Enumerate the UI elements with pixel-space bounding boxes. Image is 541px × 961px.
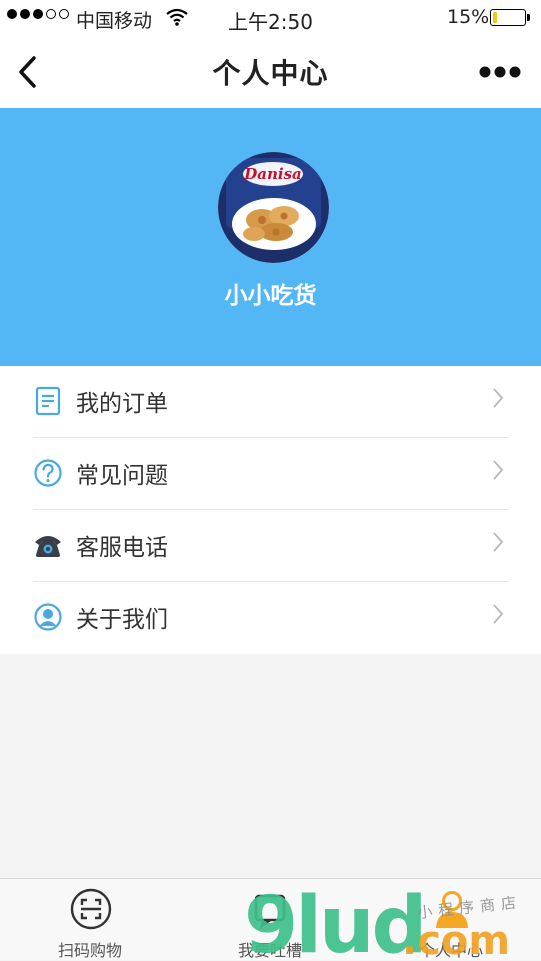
tab-bar: 扫码购物 我要吐槽 个人中心 [0,878,541,960]
battery-percentage: 15% [447,6,490,28]
question-icon [34,459,62,487]
profile-header: Danisa 小小吃货 [0,108,541,366]
menu-item-label: 常见问题 [76,463,168,489]
menu-item-faq[interactable]: 常见问题 [0,438,541,510]
menu-item-label: 我的订单 [76,391,168,417]
chevron-right-icon [493,604,504,624]
tab-scan-shopping[interactable]: 扫码购物 [0,879,180,961]
user-circle-icon [34,603,62,631]
feedback-icon [254,894,286,930]
page-title: 个人中心 [212,57,329,90]
menu-item-customer-service[interactable]: 客服电话 [0,510,541,582]
menu-item-orders[interactable]: 我的订单 [0,366,541,438]
chevron-right-icon [493,532,504,552]
menu-item-about-us[interactable]: 关于我们 [0,582,541,654]
more-dots-icon[interactable] [478,60,522,84]
svg-text:Danisa: Danisa [243,165,302,183]
chevron-right-icon [493,460,504,480]
telephone-icon [35,536,61,557]
order-document-icon [35,386,61,416]
menu-list: 我的订单 常见问题 客服电话 关于我们 [0,366,541,654]
tab-personal-center[interactable]: 个人中心 [361,879,541,961]
avatar[interactable]: Danisa [218,152,329,263]
tab-feedback[interactable]: 我要吐槽 [180,879,360,961]
avatar-image: Danisa [218,152,329,263]
battery-tip [527,14,530,21]
status-bar: 中国移动 上午2:50 15% [0,0,541,36]
menu-item-label: 关于我们 [76,607,168,633]
tab-label: 个人中心 [418,941,483,960]
username: 小小吃货 [224,283,317,309]
navigation-bar: 个人中心 [0,36,541,108]
battery-icon [490,9,526,26]
scan-icon [70,888,112,930]
tab-label: 扫码购物 [57,941,122,960]
menu-item-label: 客服电话 [76,535,168,561]
tab-label: 我要吐槽 [237,941,302,960]
chevron-right-icon [493,388,504,408]
profile-icon [436,891,468,928]
